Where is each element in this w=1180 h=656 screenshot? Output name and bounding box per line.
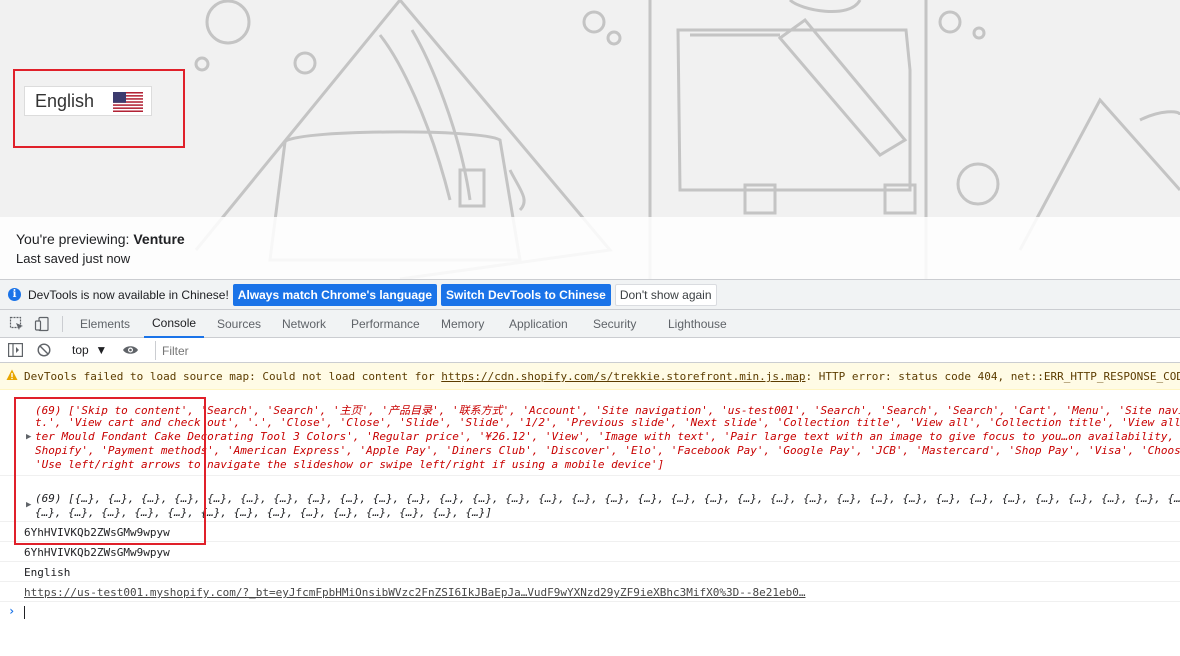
- saved-status: Last saved just now: [16, 251, 131, 266]
- always-match-language-button[interactable]: Always match Chrome's language: [232, 283, 438, 306]
- theme-preview-bar: You're previewing: Venture Last saved ju…: [0, 217, 1180, 279]
- array-line: Shopify', 'Payment methods', 'American E…: [35, 444, 1180, 457]
- clear-console-icon[interactable]: [37, 343, 51, 357]
- language-label: English: [35, 90, 95, 111]
- console-log-row: 6YhHVIVKQb2ZWsGMw9wpyw: [0, 542, 1180, 562]
- devtools-language-infobar: i DevTools is now available in Chinese! …: [0, 279, 1180, 309]
- array-line: ter Mould Fondant Cake Decorating Tool 3…: [35, 430, 1180, 443]
- show-sidebar-icon[interactable]: [8, 343, 23, 357]
- warning-icon: [6, 369, 18, 380]
- console-log-row: https://us-test001.myshopify.com/?_bt=ey…: [0, 582, 1180, 602]
- tab-security[interactable]: Security: [593, 310, 636, 338]
- tab-divider: [62, 316, 63, 332]
- tab-memory[interactable]: Memory: [441, 310, 484, 338]
- live-expression-eye-icon[interactable]: [122, 344, 139, 356]
- devtools-tab-bar: Elements Console Sources Network Perform…: [0, 309, 1180, 338]
- prompt-chevron-icon: ›: [8, 604, 16, 618]
- console-warning-row: DevTools failed to load source map: Coul…: [0, 363, 1180, 390]
- inspect-element-icon[interactable]: [9, 316, 25, 332]
- tab-lighthouse[interactable]: Lighthouse: [668, 310, 727, 338]
- preview-url-link[interactable]: https://us-test001.myshopify.com/?_bt=ey…: [24, 586, 805, 599]
- info-icon: i: [8, 288, 21, 301]
- context-selector[interactable]: top ▼: [72, 343, 107, 357]
- console-highlight-box: [14, 397, 206, 545]
- array-line: t.', 'View cart and check out', '.', 'Cl…: [35, 416, 1180, 429]
- dont-show-again-button[interactable]: Don't show again: [614, 283, 717, 306]
- console-prompt[interactable]: ›: [0, 602, 1180, 622]
- tab-performance[interactable]: Performance: [351, 310, 420, 338]
- tab-sources[interactable]: Sources: [217, 310, 261, 338]
- log-text: English: [24, 566, 71, 579]
- tab-network[interactable]: Network: [282, 310, 326, 338]
- previewing-text: You're previewing: Venture: [16, 231, 185, 247]
- infobar-message: DevTools is now available in Chinese!: [28, 287, 229, 302]
- console-filter-input[interactable]: [155, 341, 1180, 360]
- theme-name: Venture: [133, 231, 185, 247]
- language-selector[interactable]: English: [24, 86, 152, 116]
- switch-to-chinese-button[interactable]: Switch DevTools to Chinese: [441, 283, 611, 306]
- us-flag-icon: [113, 92, 143, 112]
- text-cursor: [24, 606, 25, 619]
- log-text: 6YhHVIVKQb2ZWsGMw9wpyw: [24, 546, 170, 559]
- store-preview: English You're previewing: Venture Last …: [0, 0, 1180, 279]
- device-toolbar-icon[interactable]: [34, 316, 50, 332]
- warning-message: DevTools failed to load source map: Coul…: [24, 370, 1180, 383]
- console-filter-bar: top ▼: [0, 338, 1180, 363]
- tab-elements[interactable]: Elements: [80, 310, 130, 338]
- tab-application[interactable]: Application: [509, 310, 568, 338]
- object-array-line: (69) [{…}, {…}, {…}, {…}, {…}, {…}, {…},…: [35, 492, 1180, 505]
- console-log-row: English: [0, 562, 1180, 582]
- source-map-link[interactable]: https://cdn.shopify.com/s/trekkie.storef…: [441, 370, 805, 383]
- tab-console[interactable]: Console: [144, 310, 205, 338]
